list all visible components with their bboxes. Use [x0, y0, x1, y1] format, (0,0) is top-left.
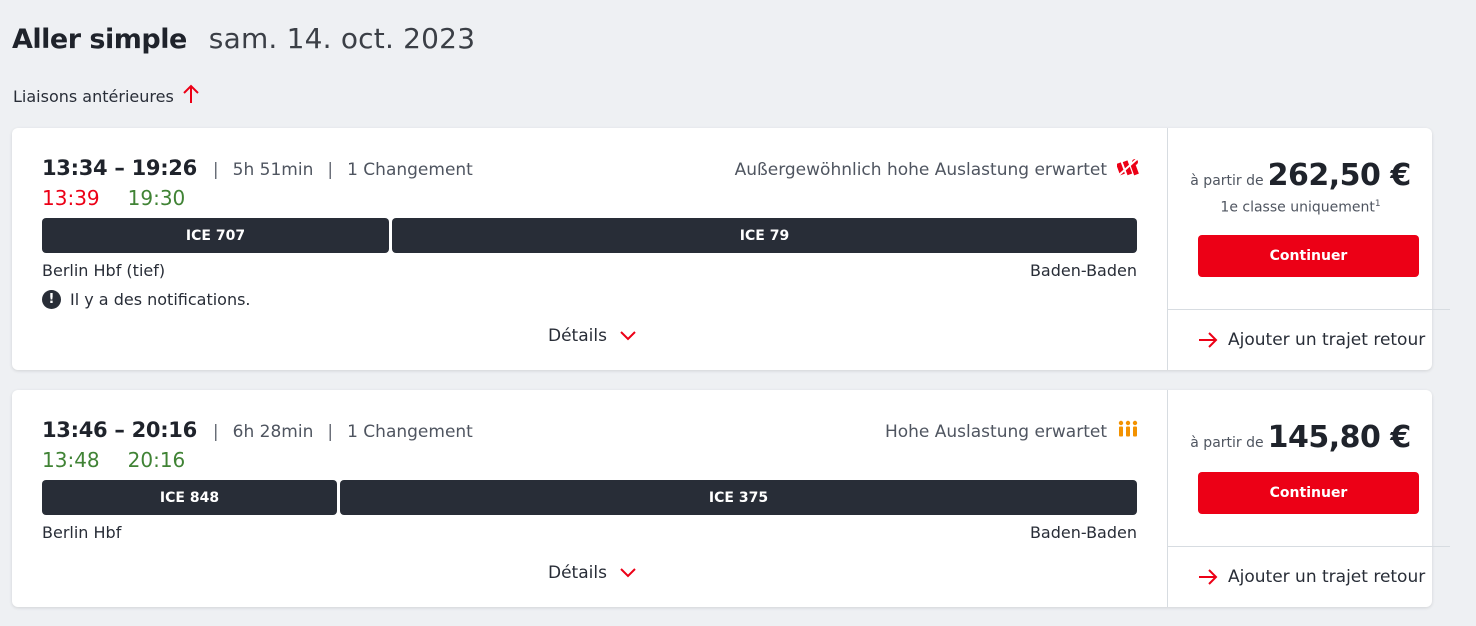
stations-row: Berlin Hbf Baden-Baden: [42, 523, 1137, 542]
connection-card: 13:34 – 19:26 | 5h 51min | 1 Changement …: [12, 128, 1450, 370]
arrow-up-icon: [182, 84, 200, 108]
details-label: Détails: [548, 563, 607, 583]
realtime-arrival: 19:30: [127, 186, 186, 210]
divider: [1168, 546, 1450, 547]
duration: 6h 28min: [232, 422, 314, 442]
chevron-down-icon: [620, 568, 636, 578]
stations-row: Berlin Hbf (tief) Baden-Baden: [42, 261, 1137, 280]
travel-date: sam. 14. oct. 2023: [208, 22, 476, 55]
arrow-right-icon: [1199, 332, 1218, 348]
price-prefix: à partir de: [1190, 173, 1264, 189]
price-panel: à partir de 145,80 € Continuer Ajouter u…: [1167, 390, 1450, 607]
details-toggle[interactable]: Détails: [548, 563, 637, 583]
separator: |: [212, 160, 219, 180]
price-block: à partir de 262,50 € 1e classe uniquemen…: [1168, 158, 1433, 216]
price-value: 262,50 €: [1267, 158, 1412, 193]
journey-legs: ICE 848 ICE 375: [42, 480, 1137, 515]
notification-text: Il y a des notifications.: [70, 290, 251, 309]
changes-count: 1 Changement: [347, 422, 473, 442]
earlier-connections-link[interactable]: Liaisons antérieures: [13, 84, 200, 108]
connection-summary: 13:34 – 19:26 | 5h 51min | 1 Changement: [42, 156, 473, 180]
price-prefix: à partir de: [1190, 435, 1264, 451]
occupancy-info: Außergewöhnlich hohe Auslastung erwartet: [735, 158, 1139, 181]
connection-main: 13:34 – 19:26 | 5h 51min | 1 Changement …: [12, 128, 1167, 370]
realtime-times: 13:48 20:16: [42, 448, 213, 472]
train-label: ICE 79: [739, 227, 790, 244]
page-title: Aller simple: [12, 24, 187, 55]
add-return-trip-link[interactable]: Ajouter un trajet retour: [1198, 330, 1425, 350]
leg-bar: ICE 79: [392, 218, 1137, 253]
realtime-arrival: 20:16: [127, 448, 186, 472]
connection-main: 13:46 – 20:16 | 6h 28min | 1 Changement …: [12, 390, 1167, 607]
leg-bar: ICE 707: [42, 218, 389, 253]
train-label: ICE 707: [185, 227, 246, 244]
occupancy-text: Außergewöhnlich hohe Auslastung erwartet: [734, 159, 1107, 180]
price-panel: à partir de 262,50 € 1e classe uniquemen…: [1167, 128, 1450, 370]
leg-bar: ICE 375: [340, 480, 1137, 515]
occupancy-text: Hohe Auslastung erwartet: [884, 421, 1107, 442]
class-note: 1e classe uniquement1: [1168, 199, 1433, 216]
origin-station: Berlin Hbf: [42, 523, 122, 542]
occupancy-info: Hohe Auslastung erwartet: [885, 420, 1139, 443]
divider: [1168, 309, 1450, 310]
realtime-departure: 13:39: [42, 186, 100, 210]
destination-station: Baden-Baden: [1029, 261, 1137, 280]
connection-summary: 13:46 – 20:16 | 6h 28min | 1 Changement: [42, 418, 473, 442]
high-load-icon: [1117, 420, 1139, 443]
exceptional-load-icon: [1116, 158, 1139, 181]
alert-icon: !: [42, 290, 61, 309]
page-header: Aller simple sam. 14. oct. 2023: [12, 22, 475, 55]
price-value: 145,80 €: [1267, 420, 1412, 455]
origin-station: Berlin Hbf (tief): [42, 261, 166, 280]
train-label: ICE 848: [159, 489, 220, 506]
connection-card: 13:46 – 20:16 | 6h 28min | 1 Changement …: [12, 390, 1450, 607]
separator: |: [212, 422, 219, 442]
realtime-departure: 13:48: [42, 448, 100, 472]
class-note-text: 1e classe uniquement: [1220, 199, 1375, 216]
destination-station: Baden-Baden: [1029, 523, 1137, 542]
continue-button[interactable]: Continuer: [1198, 235, 1419, 277]
footnote-marker: 1: [1374, 199, 1381, 209]
earlier-connections-label: Liaisons antérieures: [13, 86, 174, 106]
arrow-right-icon: [1199, 569, 1218, 585]
details-toggle[interactable]: Détails: [548, 326, 637, 346]
scheduled-times: 13:34 – 19:26: [42, 156, 197, 180]
duration: 5h 51min: [232, 160, 314, 180]
chevron-down-icon: [620, 331, 636, 341]
price-line: à partir de 262,50 €: [1168, 158, 1433, 193]
notification-row: ! Il y a des notifications.: [42, 290, 251, 309]
continue-button[interactable]: Continuer: [1198, 472, 1419, 514]
journey-legs: ICE 707 ICE 79: [42, 218, 1137, 253]
realtime-times: 13:39 19:30: [42, 186, 213, 210]
price-block: à partir de 145,80 €: [1168, 420, 1433, 455]
train-label: ICE 375: [708, 489, 769, 506]
add-return-label: Ajouter un trajet retour: [1228, 567, 1426, 587]
add-return-label: Ajouter un trajet retour: [1228, 330, 1426, 350]
separator: |: [327, 160, 334, 180]
scheduled-times: 13:46 – 20:16: [42, 418, 197, 442]
add-return-trip-link[interactable]: Ajouter un trajet retour: [1198, 567, 1425, 587]
separator: |: [327, 422, 334, 442]
details-label: Détails: [548, 326, 607, 346]
leg-bar: ICE 848: [42, 480, 337, 515]
changes-count: 1 Changement: [347, 160, 473, 180]
price-line: à partir de 145,80 €: [1168, 420, 1433, 455]
